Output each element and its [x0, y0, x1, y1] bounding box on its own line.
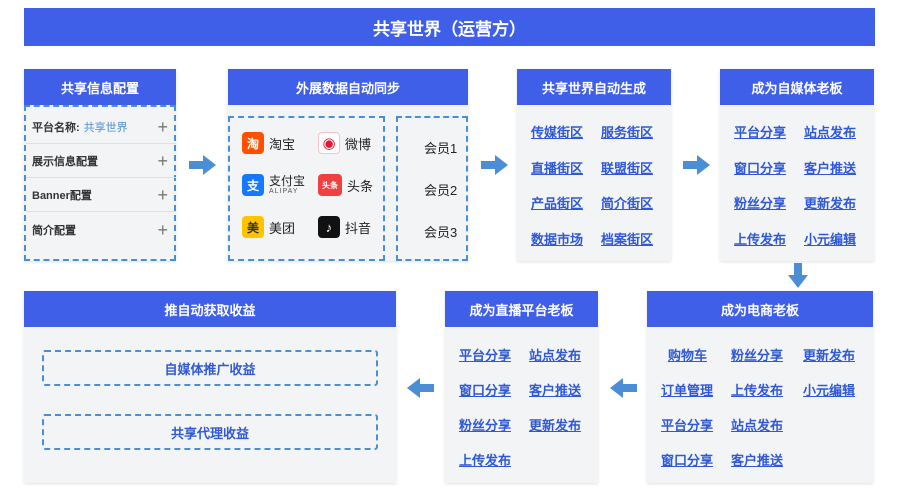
arrow-right-icon [189, 155, 216, 175]
income-card-header: 推自动获取收益 [24, 291, 396, 327]
meituan-icon: 美 [242, 216, 264, 238]
media-item[interactable]: 客户推送 [804, 158, 856, 177]
media-item[interactable]: 小元编辑 [804, 229, 856, 248]
arrow-down-icon [788, 263, 808, 288]
platform-name: 头条 [347, 178, 374, 194]
member-item[interactable]: 会员2 [424, 180, 457, 199]
platform-name: 淘宝 [269, 136, 296, 152]
ecom-item[interactable]: 窗口分享 [661, 450, 713, 469]
generate-item[interactable]: 服务街区 [601, 122, 653, 141]
generate-item[interactable]: 档案街区 [601, 229, 653, 248]
media-item[interactable]: 窗口分享 [734, 158, 786, 177]
config-card-header: 共享信息配置 [24, 69, 176, 105]
live-item[interactable]: 粉丝分享 [459, 415, 511, 434]
toutiao-icon: 头条 [318, 174, 342, 196]
plus-icon[interactable]: + [157, 152, 168, 170]
config-row-display-info[interactable]: 展示信息配置 + [26, 145, 176, 178]
live-item[interactable]: 平台分享 [459, 345, 511, 364]
member-item[interactable]: 会员1 [424, 138, 457, 157]
self-media-income-pill[interactable]: 自媒体推广收益 [42, 350, 378, 386]
ecom-item[interactable]: 客户推送 [731, 450, 783, 469]
platform-alipay[interactable]: 支 支付宝 ALIPAY [242, 174, 305, 196]
ecom-item[interactable]: 小元编辑 [803, 380, 855, 399]
live-boss-card-header: 成为直播平台老板 [445, 291, 598, 327]
ecom-item[interactable]: 更新发布 [803, 345, 855, 364]
ecom-boss-card-header: 成为电商老板 [647, 291, 873, 327]
media-item[interactable]: 站点发布 [804, 122, 856, 141]
platform-name: 微博 [345, 136, 372, 152]
ecom-item[interactable]: 粉丝分享 [731, 345, 783, 364]
plus-icon[interactable]: + [157, 118, 168, 136]
ecom-boss-card: 成为电商老板 购物车 粉丝分享 更新发布 订单管理 上传发布 小元编辑 平台分享… [647, 291, 873, 483]
platform-name-value: 共享世界 [83, 122, 128, 134]
live-item[interactable]: 站点发布 [529, 345, 581, 364]
generate-item[interactable]: 产品街区 [531, 193, 583, 212]
config-card: 共享信息配置 平台名称: 共享世界 + 展示信息配置 + Banner配置 + 简… [24, 69, 176, 261]
platform-taobao[interactable]: 淘 淘宝 [242, 132, 295, 154]
live-item[interactable]: 窗口分享 [459, 380, 511, 399]
config-dashed-box: 平台名称: 共享世界 + 展示信息配置 + Banner配置 + 简介配置 + [24, 105, 176, 261]
media-item[interactable]: 上传发布 [734, 229, 786, 248]
config-row-label: 展示信息配置 [32, 156, 98, 168]
platform-name: 美团 [269, 220, 296, 236]
config-row-banner[interactable]: Banner配置 + [26, 179, 176, 212]
platform-douyin[interactable]: ♪ 抖音 [318, 216, 371, 238]
media-item[interactable]: 粉丝分享 [734, 193, 786, 212]
platform-toutiao[interactable]: 头条 头条 [318, 174, 373, 196]
generate-item[interactable]: 数据市场 [531, 229, 583, 248]
platform-weibo[interactable]: ◉ 微博 [318, 132, 371, 154]
shared-agent-income-pill[interactable]: 共享代理收益 [42, 414, 378, 450]
generate-item[interactable]: 联盟街区 [601, 158, 653, 177]
media-boss-card-header: 成为自媒体老板 [720, 69, 874, 105]
live-item[interactable]: 上传发布 [459, 450, 511, 469]
alipay-icon: 支 [242, 174, 264, 196]
income-card: 推自动获取收益 自媒体推广收益 共享代理收益 [24, 291, 396, 483]
generate-item[interactable]: 传媒街区 [531, 122, 583, 141]
ecom-item[interactable]: 站点发布 [731, 415, 783, 434]
ecom-item[interactable]: 订单管理 [661, 380, 713, 399]
weibo-icon: ◉ [318, 132, 340, 154]
alipay-subtext: ALIPAY [269, 187, 299, 195]
generate-item[interactable]: 简介街区 [601, 193, 653, 212]
sync-card-header: 外展数据自动同步 [228, 69, 468, 105]
generate-card-header: 共享世界自动生成 [517, 69, 671, 105]
member-item[interactable]: 会员3 [424, 222, 457, 241]
media-boss-card: 成为自媒体老板 平台分享 站点发布 窗口分享 客户推送 粉丝分享 更新发布 上传… [720, 69, 874, 261]
plus-icon[interactable]: + [157, 186, 168, 204]
config-row-platform-name[interactable]: 平台名称: 共享世界 + [26, 111, 176, 144]
taobao-icon: 淘 [242, 132, 264, 154]
page-title: 共享世界（运营方） [24, 8, 875, 46]
live-item[interactable]: 更新发布 [529, 415, 581, 434]
members-dashed-box: 会员1 会员2 会员3 [396, 116, 468, 261]
config-row-label: 简介配置 [32, 224, 76, 237]
live-boss-card: 成为直播平台老板 平台分享 站点发布 窗口分享 客户推送 粉丝分享 更新发布 上… [445, 291, 598, 483]
platform-name: 支付宝 [269, 174, 306, 189]
arrow-right-icon [683, 155, 710, 175]
config-row-label: 平台名称: [32, 122, 80, 134]
platform-meituan[interactable]: 美 美团 [242, 216, 295, 238]
sync-card: 外展数据自动同步 淘 淘宝 ◉ 微博 支 支付宝 ALIPAY 头条 头条 美 … [228, 69, 468, 261]
plus-icon[interactable]: + [157, 221, 168, 239]
arrow-right-icon [481, 155, 508, 175]
config-row-intro[interactable]: 简介配置 + [26, 213, 176, 246]
douyin-icon: ♪ [318, 216, 340, 238]
media-item[interactable]: 平台分享 [734, 122, 786, 141]
config-row-label: Banner配置 [32, 190, 92, 202]
live-item[interactable]: 客户推送 [529, 380, 581, 399]
media-item[interactable]: 更新发布 [804, 193, 856, 212]
ecom-item[interactable]: 平台分享 [661, 415, 713, 434]
generate-card: 共享世界自动生成 传媒街区 服务街区 直播街区 联盟街区 产品街区 简介街区 数… [517, 69, 671, 261]
ecom-item[interactable]: 购物车 [668, 345, 707, 364]
arrow-left-icon [407, 378, 434, 398]
ecom-item[interactable]: 上传发布 [731, 380, 783, 399]
platform-name: 抖音 [345, 220, 372, 236]
generate-item[interactable]: 直播街区 [531, 158, 583, 177]
arrow-left-icon [610, 378, 637, 398]
platforms-dashed-box: 淘 淘宝 ◉ 微博 支 支付宝 ALIPAY 头条 头条 美 美团 ♪ 抖音 [228, 116, 385, 261]
